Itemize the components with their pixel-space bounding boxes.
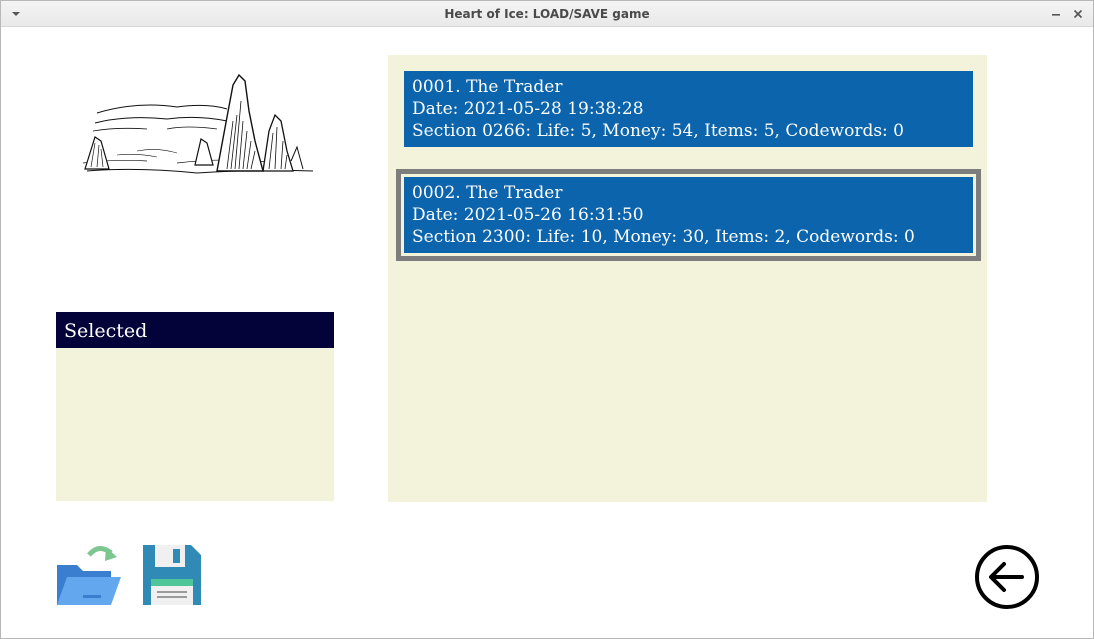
selected-panel: Selected — [56, 312, 334, 501]
save-details: Section 2300: Life: 10, Money: 30, Items… — [412, 227, 915, 247]
save-title: 0002. The Trader — [412, 183, 563, 203]
open-folder-icon[interactable] — [55, 543, 121, 607]
title-bar: Heart of Ice: LOAD/SAVE game — [1, 1, 1093, 27]
minimize-icon[interactable] — [1049, 7, 1063, 21]
save-date: Date: 2021-05-28 19:38:28 — [412, 99, 644, 119]
save-entry-highlighted[interactable]: 0002. The Trader Date: 2021-05-26 16:31:… — [404, 177, 973, 253]
close-icon[interactable] — [1071, 7, 1085, 21]
save-details: Section 0266: Life: 5, Money: 54, Items:… — [412, 121, 904, 141]
window-title: Heart of Ice: LOAD/SAVE game — [444, 7, 650, 21]
floppy-disk-icon[interactable] — [141, 543, 203, 607]
arrow-left-circle-icon[interactable] — [974, 544, 1040, 610]
selected-header: Selected — [56, 312, 334, 348]
landscape-illustration — [82, 73, 314, 174]
save-entry[interactable]: 0001. The Trader Date: 2021-05-28 19:38:… — [404, 71, 973, 147]
app-window: Heart of Ice: LOAD/SAVE game Selected 00… — [0, 0, 1094, 639]
saves-list[interactable]: 0001. The Trader Date: 2021-05-28 19:38:… — [388, 55, 987, 502]
save-title: 0001. The Trader — [412, 77, 563, 97]
save-date: Date: 2021-05-26 16:31:50 — [412, 205, 644, 225]
